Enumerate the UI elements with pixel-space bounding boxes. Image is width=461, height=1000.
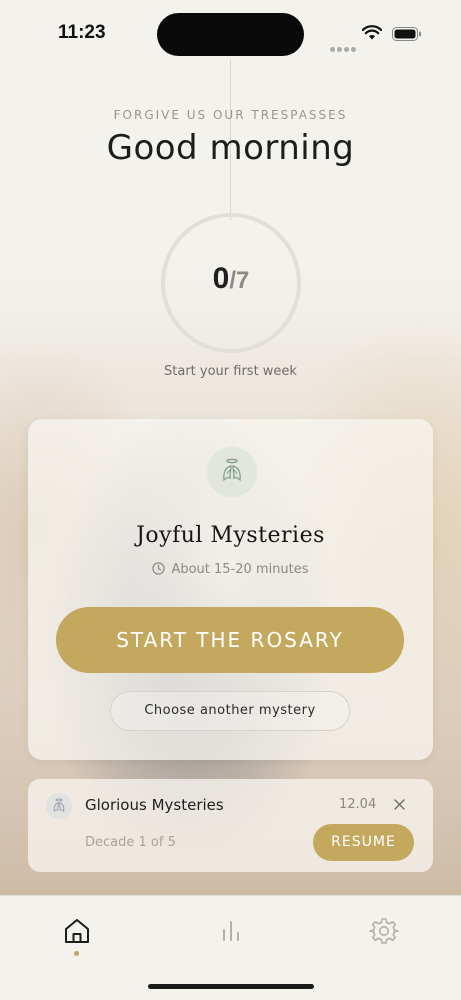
home-icon[interactable]	[62, 916, 92, 946]
signal-dots-icon	[330, 37, 358, 56]
progress-caption: Start your first week	[164, 364, 297, 379]
status-time: 11:23	[58, 22, 106, 43]
duration-text: About 15-20 minutes	[171, 562, 309, 577]
resume-progress: Decade 1 of 5	[85, 835, 176, 850]
angel-icon	[53, 798, 65, 813]
progress-completed: 0	[212, 262, 230, 295]
active-tab-indicator	[74, 951, 79, 956]
header-subtitle: FORGIVE US OUR TRESPASSES	[113, 108, 348, 122]
tab-bar	[0, 895, 461, 1000]
screen: 11:23 FORGIVE US OUR TRESPASSES Good mor…	[0, 0, 461, 1000]
resume-button[interactable]: RESUME	[313, 824, 414, 861]
start-rosary-button[interactable]: START THE ROSARY	[56, 607, 404, 673]
mystery-badge	[207, 447, 257, 497]
status-bar: 11:23	[0, 0, 461, 64]
stats-icon[interactable]	[216, 916, 246, 946]
mystery-title: Joyful Mysteries	[136, 523, 325, 548]
mystery-duration: About 15-20 minutes	[28, 562, 433, 577]
settings-icon[interactable]	[369, 916, 399, 946]
resume-date: 12.04	[339, 797, 377, 812]
progress-count: 0/7	[160, 262, 302, 296]
resume-title: Glorious Mysteries	[85, 796, 224, 814]
choose-mystery-button[interactable]: Choose another mystery	[110, 691, 350, 731]
clock-icon	[152, 562, 166, 575]
battery-icon	[392, 27, 421, 41]
close-icon[interactable]	[394, 799, 405, 810]
angel-icon	[223, 458, 241, 482]
resume-card: Glorious Mysteries 12.04 Decade 1 of 5 R…	[28, 779, 433, 872]
wifi-icon	[362, 25, 382, 40]
dynamic-island	[157, 13, 304, 56]
home-indicator	[148, 984, 314, 989]
resume-mystery-icon	[46, 793, 72, 819]
greeting-title: Good morning	[106, 128, 355, 168]
progress-total: /7	[229, 267, 250, 294]
mystery-card: Joyful Mysteries About 15-20 minutes STA…	[28, 419, 433, 760]
